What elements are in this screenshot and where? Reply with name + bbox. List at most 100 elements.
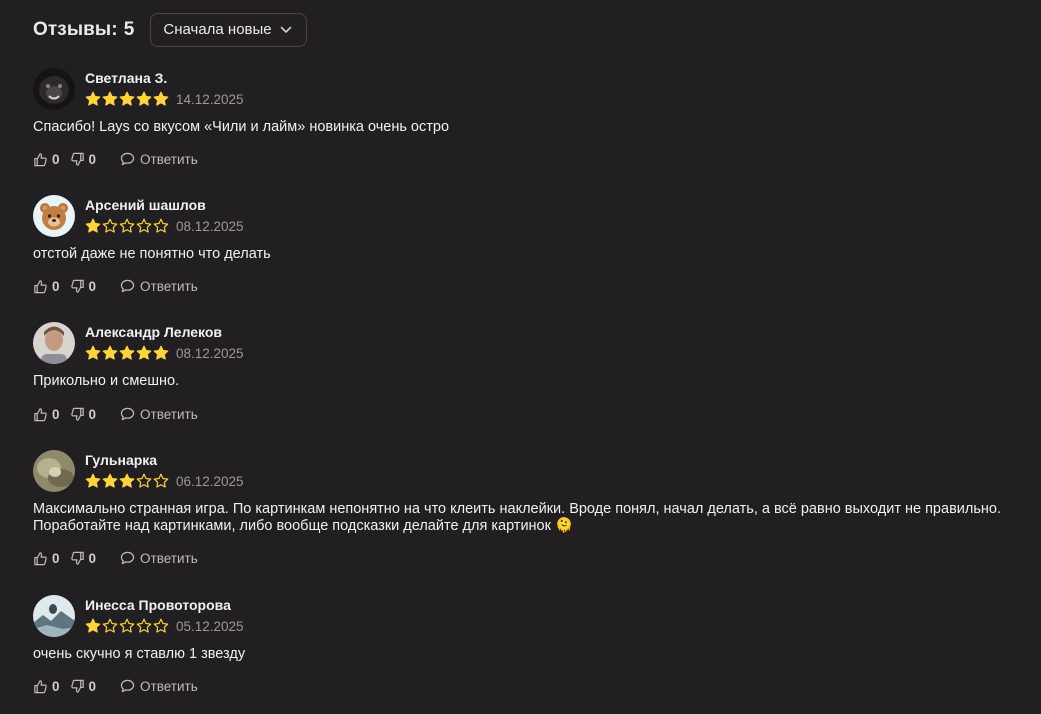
review-date: 05.12.2025 [176, 618, 244, 634]
star-filled-icon [102, 473, 118, 488]
star-filled-icon [85, 618, 101, 633]
dislike-count: 0 [88, 550, 97, 566]
review-text: Спасибо! Lays со вкусом «Чили и лайм» но… [33, 119, 450, 135]
comment-icon [120, 679, 135, 693]
star-filled-icon [85, 91, 101, 106]
review-actions: 0 0 Ответить [33, 150, 198, 168]
like-count: 0 [52, 278, 60, 294]
review-author: Александр Лелеков [85, 324, 223, 340]
review-date: 06.12.2025 [176, 473, 244, 489]
review-author: Инесса Провоторова [85, 597, 231, 613]
review-actions: 0 0 Ответить [33, 677, 198, 695]
thumbs-down-icon [70, 279, 84, 293]
star-filled-icon [102, 91, 118, 106]
star-empty-icon [153, 618, 169, 633]
reviews-title-label: Отзывы: [33, 18, 118, 40]
review-text: Прикольно и смешно. [33, 373, 180, 389]
dislike-count: 0 [88, 678, 97, 694]
reply-button[interactable]: Ответить [120, 152, 198, 167]
star-empty-icon [119, 218, 135, 233]
star-empty-icon [153, 218, 169, 233]
star-rating [85, 91, 169, 107]
reply-button[interactable]: Ответить [120, 279, 198, 294]
thumbs-down-icon [70, 407, 84, 421]
star-rating [85, 345, 169, 361]
review-date: 14.12.2025 [176, 91, 244, 107]
comment-icon [120, 152, 135, 166]
star-rating [85, 218, 169, 234]
star-filled-icon [153, 91, 169, 106]
rating-row: 08.12.2025 [85, 344, 244, 362]
review-author: Светлана З. [85, 70, 168, 86]
reply-label: Ответить [140, 550, 198, 566]
star-filled-icon [85, 473, 101, 488]
sort-dropdown[interactable]: Сначала новые [150, 12, 308, 47]
star-filled-icon [85, 218, 101, 233]
dislike-button[interactable]: 0 [70, 407, 96, 422]
star-empty-icon [136, 618, 152, 633]
review-text: Максимально странная игра. По картинкам … [33, 501, 1001, 534]
sort-dropdown-value: Сначала новые [163, 21, 272, 38]
star-filled-icon [136, 91, 152, 106]
comment-icon [120, 279, 135, 293]
review-text: очень скучно я ставлю 1 звезду [33, 646, 246, 662]
rating-row: 05.12.2025 [85, 617, 244, 635]
avatar [33, 450, 75, 492]
thumbs-up-icon [34, 551, 47, 565]
like-button[interactable]: 0 [33, 551, 60, 566]
comment-icon [120, 407, 135, 421]
star-empty-icon [153, 473, 169, 488]
like-button[interactable]: 0 [33, 279, 60, 294]
thumbs-up-icon [34, 679, 47, 693]
thumbs-up-icon [34, 279, 47, 293]
like-button[interactable]: 0 [33, 152, 60, 167]
like-count: 0 [52, 550, 60, 566]
reply-label: Ответить [140, 151, 198, 167]
reply-label: Ответить [140, 406, 198, 422]
review-actions: 0 0 Ответить [33, 405, 198, 423]
star-empty-icon [119, 618, 135, 633]
dislike-button[interactable]: 0 [70, 550, 97, 566]
rating-row: 06.12.2025 [85, 472, 244, 490]
star-filled-icon [136, 345, 152, 360]
dislike-button[interactable]: 0 [70, 278, 97, 294]
dislike-count: 0 [88, 278, 97, 294]
rating-row: 14.12.2025 [85, 90, 244, 108]
like-button[interactable]: 0 [33, 679, 60, 694]
star-rating [85, 473, 169, 489]
review-text: отстой даже не понятно что делать [33, 246, 271, 262]
rating-row: 08.12.2025 [85, 217, 244, 235]
like-button[interactable]: 0 [33, 407, 60, 422]
reviews-title: Отзывы: 5 [33, 19, 134, 41]
like-count: 0 [52, 151, 60, 167]
star-filled-icon [153, 345, 169, 360]
chevron-down-icon [280, 24, 292, 36]
reviews-count: 5 [123, 18, 135, 40]
star-empty-icon [102, 218, 118, 233]
review-author: Гульнарка [85, 452, 158, 468]
star-filled-icon [85, 345, 101, 360]
reply-label: Ответить [140, 678, 198, 694]
reply-button[interactable]: Ответить [120, 679, 198, 694]
review-actions: 0 0 Ответить [33, 277, 198, 295]
thumbs-down-icon [70, 152, 84, 166]
star-empty-icon [136, 473, 152, 488]
reply-button[interactable]: Ответить [120, 407, 198, 422]
like-count: 0 [52, 406, 60, 422]
thumbs-up-icon [34, 152, 47, 166]
dislike-count: 0 [88, 151, 97, 167]
avatar [33, 195, 75, 237]
avatar [33, 322, 75, 364]
dislike-button[interactable]: 0 [70, 151, 97, 167]
star-filled-icon [102, 345, 118, 360]
star-rating [85, 618, 169, 634]
reviews-header: Отзывы: 5 Сначала новые [33, 12, 308, 47]
star-filled-icon [119, 91, 135, 106]
thumbs-up-icon [34, 407, 47, 421]
avatar [33, 68, 75, 110]
review-date: 08.12.2025 [176, 345, 244, 361]
avatar [33, 595, 75, 637]
star-filled-icon [119, 345, 135, 360]
dislike-button[interactable]: 0 [70, 678, 97, 694]
reply-button[interactable]: Ответить [120, 551, 198, 566]
